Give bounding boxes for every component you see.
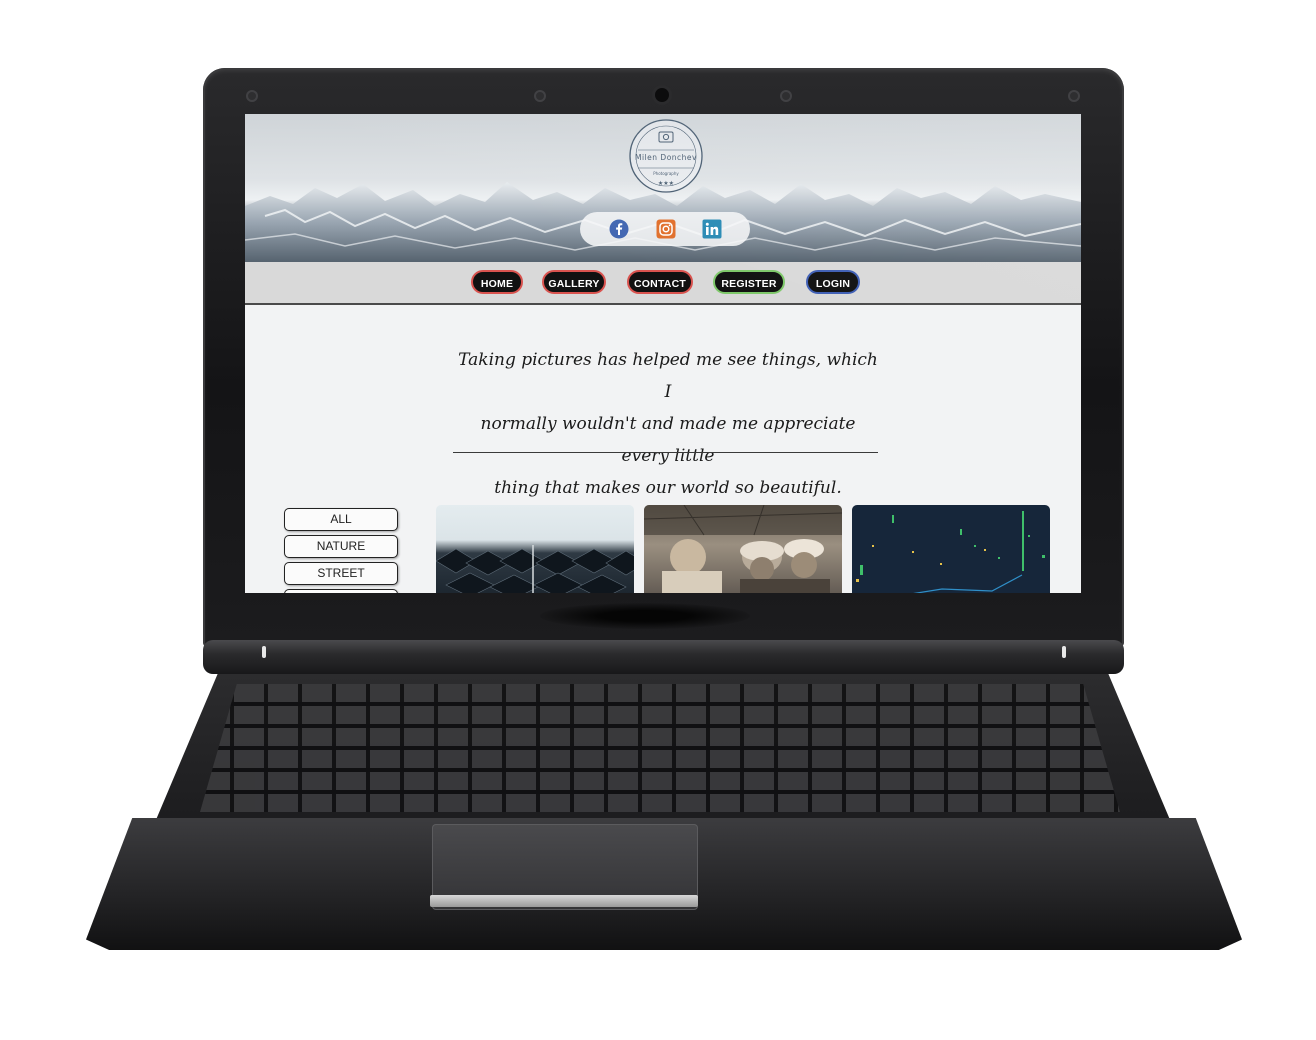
bezel-screw <box>246 90 258 102</box>
gallery-photo[interactable] <box>644 505 842 593</box>
quote-line: Taking pictures has helped me see things… <box>458 350 878 402</box>
hero-quote: Taking pictures has helped me see things… <box>455 344 881 504</box>
nav-home-button[interactable]: HOME <box>471 270 523 294</box>
linkedin-icon[interactable] <box>702 219 722 239</box>
photo-workers <box>644 505 842 593</box>
quote-line: thing that makes our world so beautiful. <box>494 478 842 498</box>
gallery-photo[interactable] <box>852 505 1050 593</box>
logo-stars: ★★★ <box>657 180 675 187</box>
bezel-screw <box>780 90 792 102</box>
keyboard-rows <box>200 684 1120 812</box>
hinge-indicator <box>262 646 266 658</box>
bezel-screw <box>1068 90 1080 102</box>
filter-street-button[interactable]: STREET <box>284 562 398 585</box>
filter-all-button[interactable]: ALL <box>284 508 398 531</box>
gallery-photo[interactable] <box>436 505 634 593</box>
quote-line: normally wouldn't and made me appreciate… <box>480 414 856 466</box>
photo-blocks <box>436 545 634 593</box>
bezel-screw <box>534 90 546 102</box>
nav-gallery-button[interactable]: GALLERY <box>542 270 606 294</box>
nav-login-button[interactable]: LOGIN <box>806 270 860 294</box>
laptop-screen: Milen Donchev Photography ★★★ HOME GALLE… <box>245 114 1081 593</box>
nav-contact-button[interactable]: CONTACT <box>627 270 693 294</box>
bezel-smudge <box>540 603 750 629</box>
facebook-icon[interactable] <box>609 219 629 239</box>
filter-nature-button[interactable]: NATURE <box>284 535 398 558</box>
webcam-icon <box>655 88 669 102</box>
logo-name: Milen Donchev <box>635 153 697 162</box>
instagram-icon[interactable] <box>656 219 676 239</box>
quote-divider <box>453 452 878 453</box>
nav-register-button[interactable]: REGISTER <box>713 270 785 294</box>
photo-night-city <box>856 511 1045 593</box>
filter-more-button[interactable] <box>284 589 398 593</box>
logo-subtitle: Photography <box>653 171 679 176</box>
touchpad-button <box>430 895 698 907</box>
header-hero: Milen Donchev Photography ★★★ <box>245 114 1081 262</box>
hinge-indicator <box>1062 646 1066 658</box>
laptop-hinge <box>203 640 1124 674</box>
